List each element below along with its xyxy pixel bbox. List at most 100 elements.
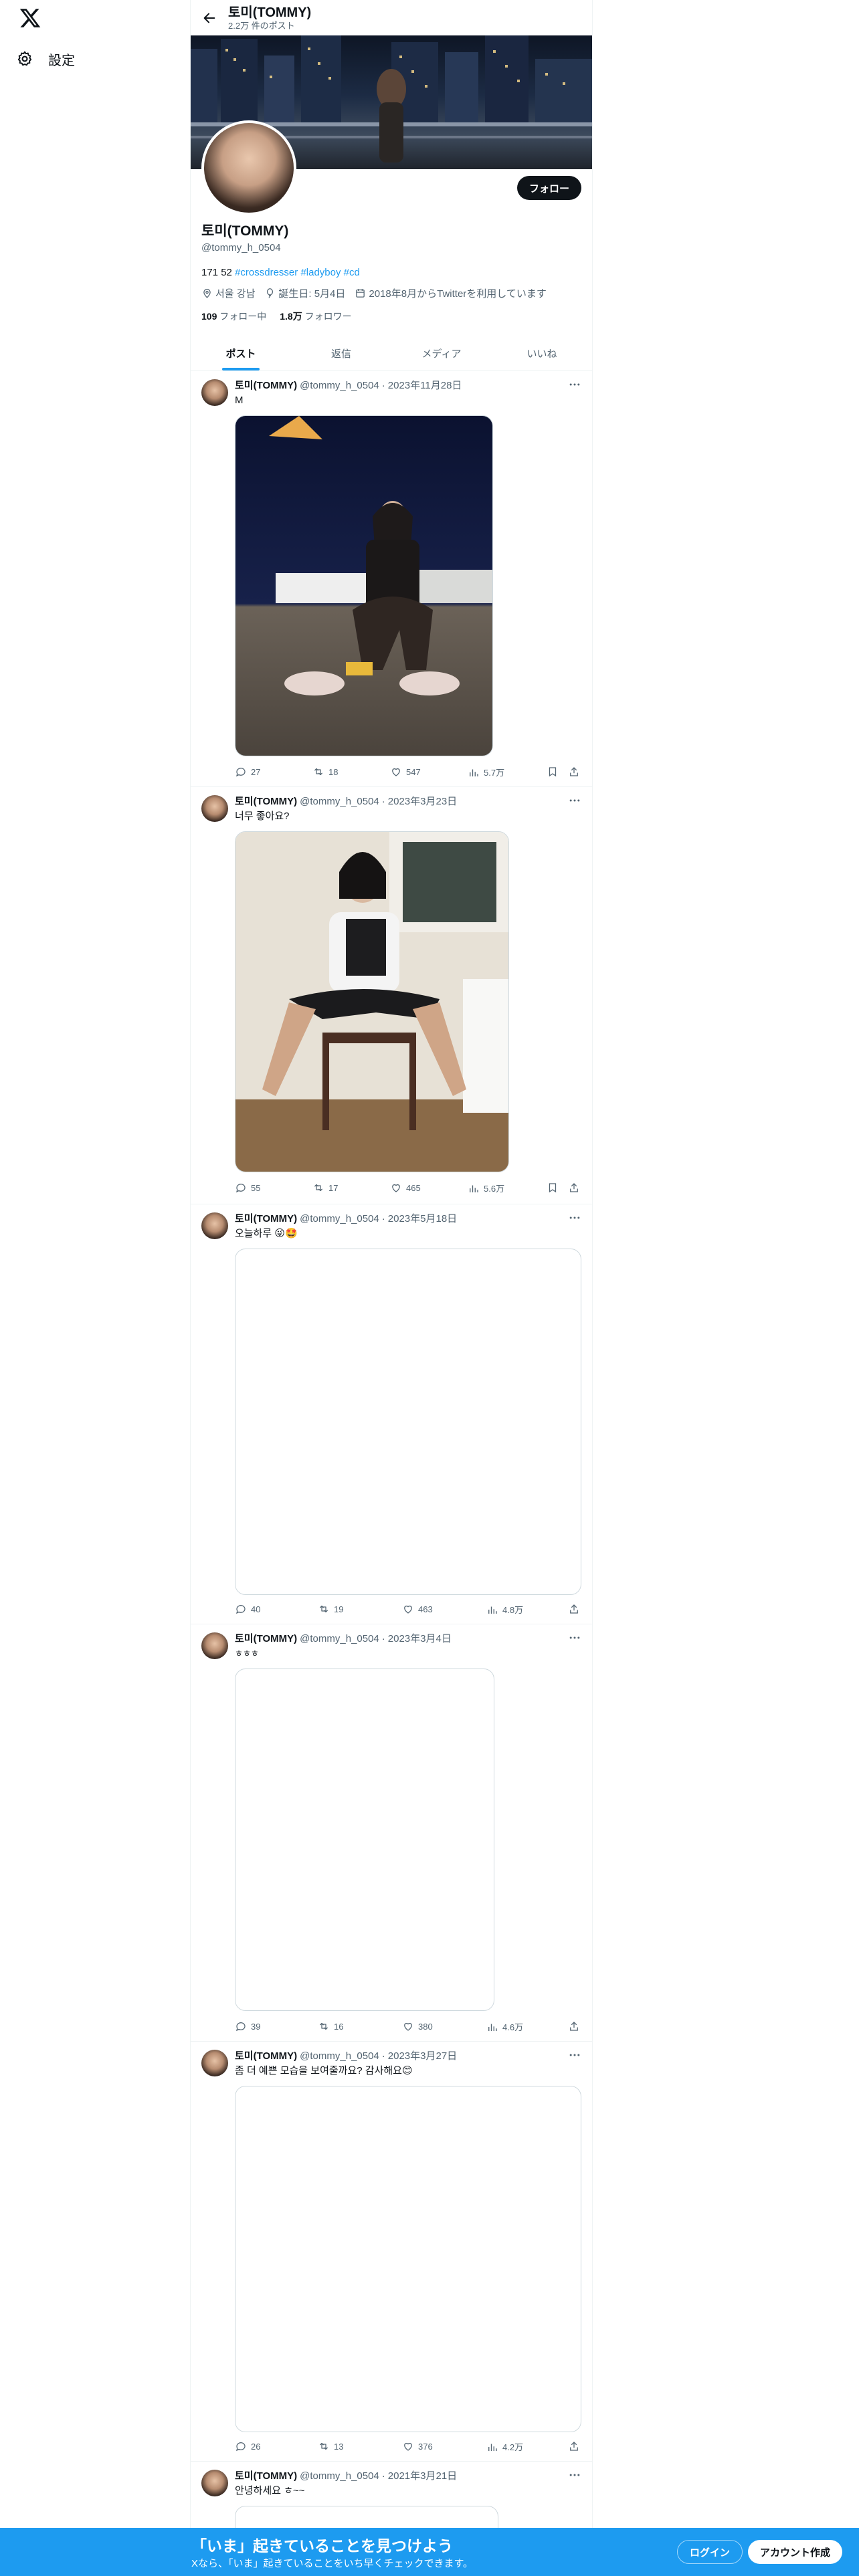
more-options-icon[interactable]	[568, 1211, 581, 1224]
reply-button[interactable]: 27	[235, 766, 260, 778]
post-author-handle[interactable]: @tommy_h_0504	[300, 1212, 379, 1226]
post-author-handle[interactable]: @tommy_h_0504	[300, 795, 379, 809]
share-button[interactable]	[568, 766, 580, 778]
post-date[interactable]: 2023年3月23日	[388, 795, 457, 809]
post-date[interactable]: 2021年3月21日	[388, 2470, 457, 2483]
views-button[interactable]: 4.6万	[486, 2020, 523, 2033]
post-author-name[interactable]: 토미(TOMMY)	[235, 379, 297, 393]
bio-hashtag[interactable]: #cd	[344, 267, 360, 278]
share-button[interactable]	[568, 1603, 580, 1615]
share-button[interactable]	[568, 2440, 580, 2452]
more-options-icon[interactable]	[568, 794, 581, 807]
post-date[interactable]: 2023年11月28日	[388, 379, 462, 393]
post-media-placeholder[interactable]	[235, 2086, 581, 2432]
tab-replies[interactable]: 返信	[291, 336, 391, 370]
reply-icon	[236, 1184, 246, 1193]
post-avatar[interactable]	[201, 379, 228, 406]
post-author-name[interactable]: 토미(TOMMY)	[235, 795, 297, 809]
followers-count: 1.8万	[280, 311, 302, 322]
post-image[interactable]	[235, 415, 493, 756]
location-text: 서울 강남	[215, 288, 256, 300]
like-button[interactable]: 376	[402, 2440, 433, 2452]
repost-count: 19	[334, 1604, 344, 1614]
like-button[interactable]: 465	[390, 1182, 421, 1194]
repost-button[interactable]: 16	[318, 2020, 343, 2032]
tab-likes[interactable]: いいね	[492, 336, 592, 370]
post-dot: ·	[381, 1633, 385, 1644]
profile-avatar[interactable]	[201, 120, 296, 215]
more-options-icon[interactable]	[568, 2048, 581, 2062]
post[interactable]: 토미(TOMMY) @tommy_h_0504 · 2023年5月18日 오늘하…	[191, 1204, 592, 1624]
repost-count: 16	[334, 2021, 344, 2032]
signup-button[interactable]: アカウント作成	[748, 2540, 843, 2564]
share-button[interactable]	[568, 2020, 580, 2032]
reply-button[interactable]: 40	[235, 1603, 260, 1615]
bookmark-button[interactable]	[547, 766, 559, 778]
like-button[interactable]: 547	[390, 766, 421, 778]
views-button[interactable]: 5.7万	[468, 766, 504, 778]
post[interactable]: 토미(TOMMY) @tommy_h_0504 · 2023年3月27日 좀 더…	[191, 2042, 592, 2462]
bookmark-button[interactable]	[547, 1182, 559, 1194]
repost-button[interactable]: 17	[312, 1182, 338, 1194]
following-link[interactable]: 109 フォロー中	[201, 310, 266, 323]
birthday-text: 誕生日: 5月4日	[278, 288, 346, 300]
post-image[interactable]	[235, 831, 509, 1172]
nav-settings[interactable]: 設定	[16, 45, 75, 72]
post-author-handle[interactable]: @tommy_h_0504	[300, 2050, 379, 2063]
more-options-icon[interactable]	[568, 378, 581, 391]
post-header: 토미(TOMMY) @tommy_h_0504 · 2023年5月18日	[235, 1212, 457, 1226]
repost-button[interactable]: 19	[318, 1603, 343, 1615]
repost-button[interactable]: 13	[318, 2440, 343, 2452]
views-button[interactable]: 4.2万	[486, 2440, 523, 2453]
more-options-icon[interactable]	[568, 2468, 581, 2482]
more-options-icon[interactable]	[568, 1631, 581, 1644]
post-avatar[interactable]	[201, 2470, 228, 2496]
followers-link[interactable]: 1.8万 フォロワー	[280, 310, 351, 323]
post-text: ㅎㅎㅎ	[235, 1648, 259, 1658]
bio-hashtag[interactable]: #crossdresser	[235, 267, 298, 278]
login-button[interactable]: ログイン	[677, 2540, 743, 2564]
repost-count: 18	[328, 766, 339, 777]
views-button[interactable]: 5.6万	[468, 1182, 504, 1194]
post-avatar[interactable]	[201, 2050, 228, 2076]
post-author-name[interactable]: 토미(TOMMY)	[235, 1632, 297, 1646]
bookmark-icon	[549, 767, 557, 777]
post[interactable]: 토미(TOMMY) @tommy_h_0504 · 2023年11月28日 M	[191, 371, 592, 787]
post-avatar[interactable]	[201, 795, 228, 822]
post-author-name[interactable]: 토미(TOMMY)	[235, 2470, 297, 2483]
views-count: 5.6万	[484, 1184, 505, 1194]
post[interactable]: 토미(TOMMY) @tommy_h_0504 · 2023年3月4日 ㅎㅎㅎ …	[191, 1624, 592, 2042]
follow-button[interactable]: フォロー	[516, 176, 581, 200]
post-author-name[interactable]: 토미(TOMMY)	[235, 1212, 297, 1226]
like-button[interactable]: 380	[402, 2020, 433, 2032]
bio-hashtag[interactable]: #ladyboy	[300, 267, 341, 278]
post-date[interactable]: 2023年5月18日	[388, 1212, 457, 1226]
repost-icon	[320, 1605, 328, 1613]
share-button[interactable]	[568, 1182, 580, 1194]
tab-posts[interactable]: ポスト	[191, 336, 291, 370]
reply-count: 26	[251, 2441, 261, 2452]
post-author-handle[interactable]: @tommy_h_0504	[300, 379, 379, 393]
reply-button[interactable]: 39	[235, 2020, 260, 2032]
views-button[interactable]: 4.8万	[486, 1603, 523, 1616]
x-logo-icon[interactable]	[19, 7, 41, 29]
post-media-placeholder[interactable]	[235, 1249, 581, 1595]
post-media-placeholder[interactable]	[235, 1669, 494, 2011]
post-date[interactable]: 2023年3月27日	[388, 2050, 457, 2063]
repost-button[interactable]: 18	[312, 766, 338, 778]
post-author-handle[interactable]: @tommy_h_0504	[300, 1632, 379, 1646]
post[interactable]: 토미(TOMMY) @tommy_h_0504 · 2023年3月23日 너무 …	[191, 787, 592, 1204]
reply-button[interactable]: 26	[235, 2440, 260, 2452]
analytics-icon	[488, 2024, 497, 2031]
reply-button[interactable]: 55	[235, 1182, 260, 1194]
post-actions: 26 13 376 4.2万	[235, 2440, 581, 2454]
post-avatar[interactable]	[201, 1632, 228, 1659]
repost-icon	[314, 768, 322, 776]
back-button[interactable]	[191, 11, 228, 25]
post-author-handle[interactable]: @tommy_h_0504	[300, 2470, 379, 2483]
tab-media[interactable]: メディア	[391, 336, 492, 370]
post-avatar[interactable]	[201, 1212, 228, 1239]
post-date[interactable]: 2023年3月4日	[388, 1632, 452, 1646]
like-button[interactable]: 463	[402, 1603, 433, 1615]
post-author-name[interactable]: 토미(TOMMY)	[235, 2050, 297, 2063]
